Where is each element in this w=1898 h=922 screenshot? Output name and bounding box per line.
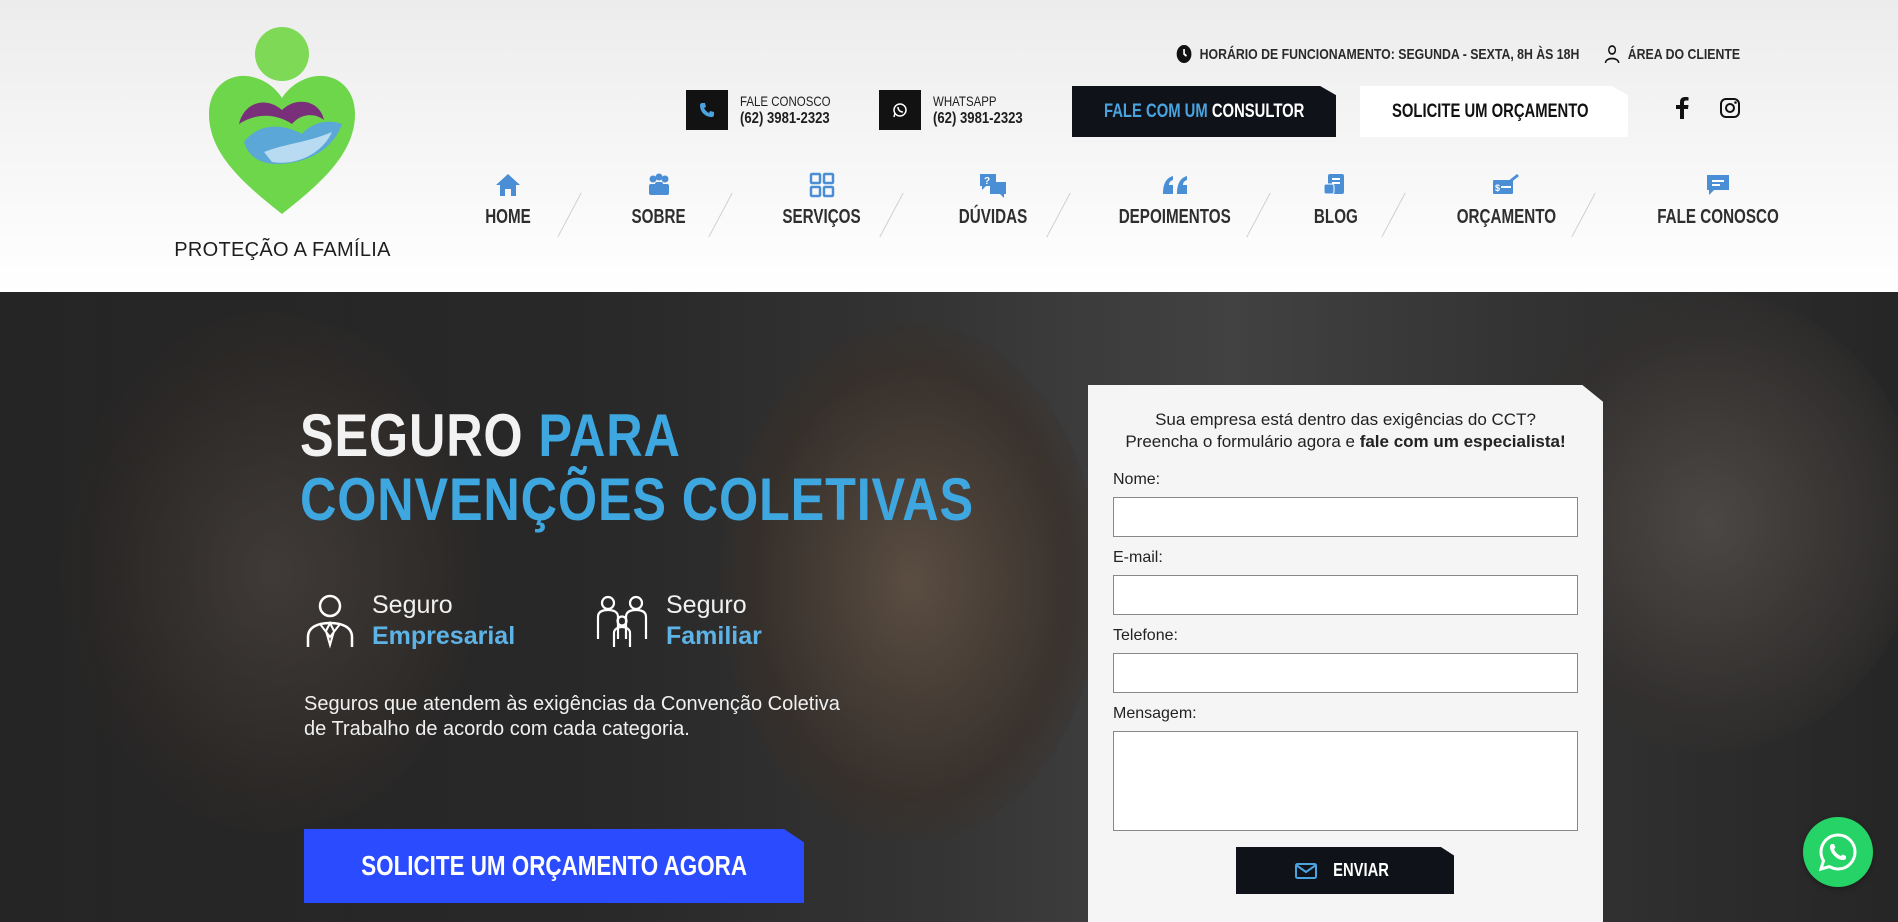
hero-title-white: SEGURO [300, 402, 524, 469]
whatsapp-floating-button[interactable] [1803, 817, 1873, 887]
nav-item-orcamento[interactable]: $ ORÇAMENTO [1441, 172, 1572, 229]
email-input[interactable] [1113, 575, 1578, 615]
business-hours: HORÁRIO DE FUNCIONAMENTO: SEGUNDA - SEXT… [1176, 44, 1580, 64]
send-button[interactable]: ENVIAR [1236, 847, 1454, 894]
form-intro-line2: Preencha o formulário agora e [1125, 432, 1360, 451]
phone-number: (62) 3981-2323 [740, 110, 830, 127]
family-heart-logo-icon [209, 27, 355, 214]
nav-label-blog: BLOG [1313, 206, 1358, 228]
phone-icon [686, 90, 728, 130]
facebook-icon[interactable] [1670, 96, 1694, 120]
hero-title-blue-2: CONVENÇÕES COLETIVAS [300, 466, 974, 533]
nav-separator [557, 192, 582, 238]
cta-label: SOLICITE UM ORÇAMENTO AGORA [361, 850, 747, 881]
nav-separator [1381, 192, 1406, 238]
hero-overlay [0, 292, 1898, 922]
logo[interactable]: PROTEÇÃO A FAMÍLIA [170, 24, 395, 264]
nav-label-fale-conosco: FALE CONOSCO [1657, 206, 1779, 228]
home-icon [496, 174, 520, 196]
nav-separator [1571, 192, 1596, 238]
nav-separator [879, 192, 904, 238]
whatsapp-contact[interactable]: WHATSAPP (62) 3981-2323 [879, 90, 1042, 130]
family-icon [596, 595, 648, 647]
phone-contact[interactable]: FALE CONOSCO (62) 3981-2323 [686, 90, 850, 130]
nav-label-home: HOME [485, 206, 531, 228]
svg-text:?: ? [984, 176, 990, 187]
nav-item-sobre[interactable]: SOBRE [623, 172, 694, 229]
nav-item-depoimentos[interactable]: DEPOIMENTOS [1101, 172, 1248, 229]
whatsapp-label: WHATSAPP [933, 93, 997, 109]
request-quote-button[interactable]: SOLICITE UM ORÇAMENTO [1360, 86, 1628, 137]
nav-item-duvidas[interactable]: ? DÚVIDAS [948, 172, 1038, 229]
seg1-top: Seguro [372, 591, 453, 619]
hero-description: Seguros que atendem às exigências da Con… [304, 693, 840, 740]
nav-separator [1046, 192, 1071, 238]
seg2-top: Seguro [666, 591, 747, 619]
brand-name: PROTEÇÃO A FAMÍLIA [174, 239, 391, 261]
contact-form: Sua empresa está dentro das exigências d… [1088, 385, 1603, 922]
cta-request-quote-button[interactable]: SOLICITE UM ORÇAMENTO AGORA [304, 829, 804, 903]
form-intro-bold: fale com um especialista! [1359, 432, 1566, 451]
seg2-bottom: Familiar [666, 622, 762, 650]
question-chat-icon: ? [980, 174, 1006, 198]
message-icon [1707, 175, 1729, 195]
envelope-icon [1294, 862, 1317, 879]
nav-item-home[interactable]: HOME [478, 172, 538, 229]
nav-item-fale-conosco[interactable]: FALE CONOSCO [1638, 172, 1798, 229]
name-label: Nome: [1113, 471, 1161, 488]
form-intro-line1: Sua empresa está dentro das exigências d… [1155, 410, 1536, 429]
hero-title-blue-1: PARA [538, 402, 681, 469]
whatsapp-icon [879, 90, 921, 130]
whatsapp-icon [1818, 833, 1857, 872]
svg-text:$: $ [1495, 183, 1500, 193]
consultant-button[interactable]: FALE COM UM CONSULTOR [1072, 86, 1336, 137]
client-area-label: ÁREA DO CLIENTE [1627, 45, 1740, 63]
instagram-icon[interactable] [1718, 96, 1742, 120]
phone-label: FALE CONOSCO [740, 93, 831, 109]
email-label: E-mail: [1113, 549, 1163, 566]
quote-icon [1162, 176, 1187, 194]
budget-icon: $ [1493, 174, 1520, 194]
form-intro: Sua empresa está dentro das exigências d… [1088, 409, 1603, 453]
nav-label-servicos: SERVIÇOS [782, 206, 861, 228]
clock-icon [1176, 45, 1192, 63]
blog-icon [1323, 174, 1344, 195]
topbar: HORÁRIO DE FUNCIONAMENTO: SEGUNDA - SEXT… [1176, 44, 1740, 64]
seg1-bottom: Empresarial [372, 622, 516, 650]
send-label: ENVIAR [1333, 860, 1389, 880]
hero-section: SEGURO PARA CONVENÇÕES COLETIVAS Seguro … [0, 292, 1898, 922]
nav-item-blog[interactable]: BLOG [1307, 172, 1365, 229]
nav-label-duvidas: DÚVIDAS [958, 206, 1028, 228]
nav-label-sobre: SOBRE [631, 206, 686, 228]
nav-separator [708, 192, 733, 238]
user-icon [1604, 45, 1620, 64]
nav-label-depoimentos: DEPOIMENTOS [1118, 206, 1231, 228]
main-nav: HOME SOBRE SERVIÇOS ? DÚVIDAS DEPOIMENTO… [468, 172, 1779, 244]
site-header: PROTEÇÃO A FAMÍLIA HORÁRIO DE FUNCIONAME… [0, 0, 1898, 292]
grid-icon [809, 172, 834, 198]
phone-label: Telefone: [1113, 627, 1178, 644]
phone-input[interactable] [1113, 653, 1578, 693]
business-hours-text: HORÁRIO DE FUNCIONAMENTO: SEGUNDA - SEXT… [1199, 45, 1580, 63]
nav-label-orcamento: ORÇAMENTO [1456, 206, 1557, 228]
seguro-empresarial: Seguro Empresarial [304, 590, 515, 652]
nav-item-servicos[interactable]: SERVIÇOS [770, 172, 873, 229]
whatsapp-number: (62) 3981-2323 [933, 110, 1023, 127]
name-input[interactable] [1113, 497, 1578, 537]
people-icon [648, 173, 669, 195]
businessman-icon [306, 594, 354, 649]
consult-prefix: FALE COM UM [1104, 100, 1208, 122]
message-textarea[interactable] [1113, 731, 1578, 831]
hero-title: SEGURO PARA CONVENÇÕES COLETIVAS [300, 404, 974, 532]
client-area-link[interactable]: ÁREA DO CLIENTE [1604, 44, 1740, 64]
seguro-familiar: Seguro Familiar [594, 590, 762, 652]
message-label: Mensagem: [1113, 705, 1197, 722]
request-quote-label: SOLICITE UM ORÇAMENTO [1392, 100, 1589, 122]
consult-suffix: CONSULTOR [1211, 100, 1305, 122]
nav-separator [1246, 192, 1271, 238]
